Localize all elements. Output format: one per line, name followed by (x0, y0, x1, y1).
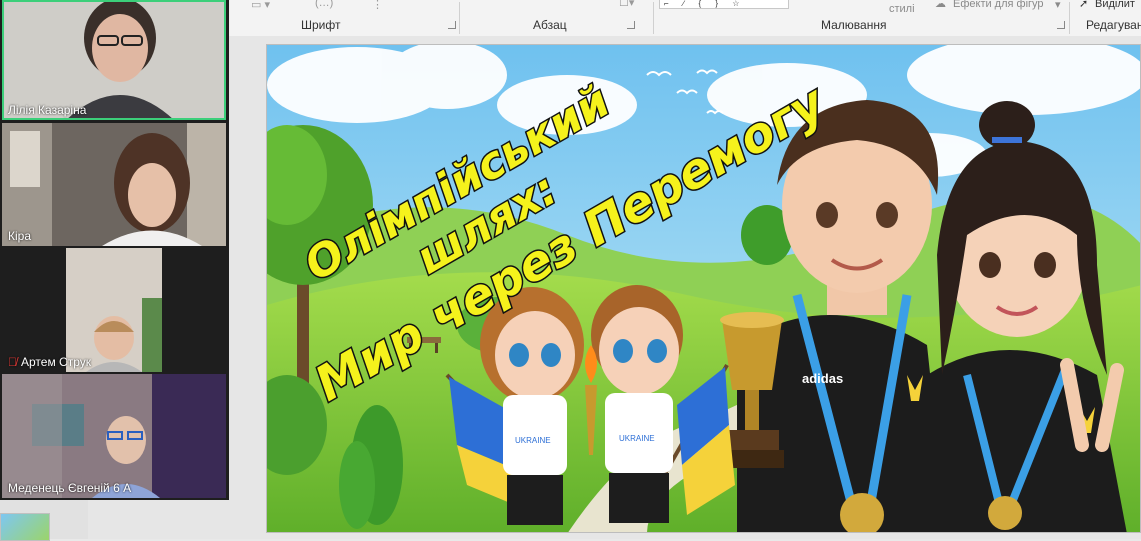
participant-name-text: Меденець Євгеній 6 А (8, 481, 132, 495)
ribbon: ⌐ ∕ { } ☆ ▭ ▾ (…) ⋮ Шрифт ☐▾ Абзац стилі… (229, 0, 1141, 37)
font-dialog-launcher-icon[interactable] (448, 21, 456, 29)
participant-name: 🎙̸ Артем Струк (8, 355, 91, 369)
shape-effects-icon[interactable]: ☁ (935, 0, 946, 10)
slide-thumbnail[interactable] (0, 513, 50, 541)
participant-video (2, 123, 226, 246)
paragraph-dropdown-icon[interactable]: ☐▾ (619, 0, 634, 9)
group-separator (653, 2, 654, 34)
font-group-label: Шрифт (301, 18, 341, 32)
jacket-brand: adidas (802, 371, 843, 386)
slide-illustration: adidas UKRAINE UKRAINE Олімпійський шлях… (267, 45, 1140, 532)
participant-video (2, 0, 226, 120)
mic-muted-icon: 🎙̸ (8, 355, 17, 369)
participant-tile[interactable]: 🎙̸ Артем Струк (2, 248, 226, 372)
video-gallery: Лілія Казаріна Кіра 🎙̸ Артем Струк Меден… (0, 0, 229, 500)
drawing-dialog-launcher-icon[interactable] (1057, 21, 1065, 29)
editing-group-label: Редагування (1086, 18, 1141, 32)
font-size-dropdown[interactable]: ▭ ▾ (251, 0, 270, 11)
shape-effects-button[interactable]: Ефекти для фігур (953, 0, 1044, 10)
group-separator (1069, 2, 1070, 34)
participant-name-text: Кіра (8, 229, 32, 243)
participant-name: Лілія Казаріна (8, 103, 86, 117)
paragraph-dialog-launcher-icon[interactable] (627, 21, 635, 29)
select-button[interactable]: Виділит (1095, 0, 1135, 10)
shirt-text: UKRAINE (515, 436, 551, 445)
quick-styles-button[interactable]: стилі (889, 3, 915, 15)
select-cursor-icon: ➚ (1079, 0, 1089, 10)
participant-video (2, 248, 226, 372)
chevron-down-icon: ▾ (1055, 0, 1061, 11)
participant-name-text: Артем Струк (21, 355, 91, 369)
participant-tile[interactable]: Меденець Євгеній 6 А (2, 374, 226, 498)
paragraph-group-label: Абзац (533, 18, 567, 32)
group-separator (459, 2, 460, 34)
shapes-gallery[interactable]: ⌐ ∕ { } ☆ (659, 0, 789, 9)
presentation-slide[interactable]: adidas UKRAINE UKRAINE Олімпійський шлях… (266, 44, 1141, 533)
participant-name-text: Лілія Казаріна (8, 103, 87, 117)
shirt-text: UKRAINE (619, 434, 655, 443)
drawing-group-label: Малювання (821, 18, 887, 32)
participant-name: Кіра (8, 229, 31, 243)
participant-name: Меденець Євгеній 6 А (8, 481, 131, 495)
participant-video (2, 374, 226, 498)
font-more-icon[interactable]: ⋮ (372, 0, 383, 11)
participant-tile[interactable]: Лілія Казаріна (2, 0, 226, 120)
font-clear-icon[interactable]: (…) (315, 0, 333, 9)
participant-tile[interactable]: Кіра (2, 123, 226, 246)
